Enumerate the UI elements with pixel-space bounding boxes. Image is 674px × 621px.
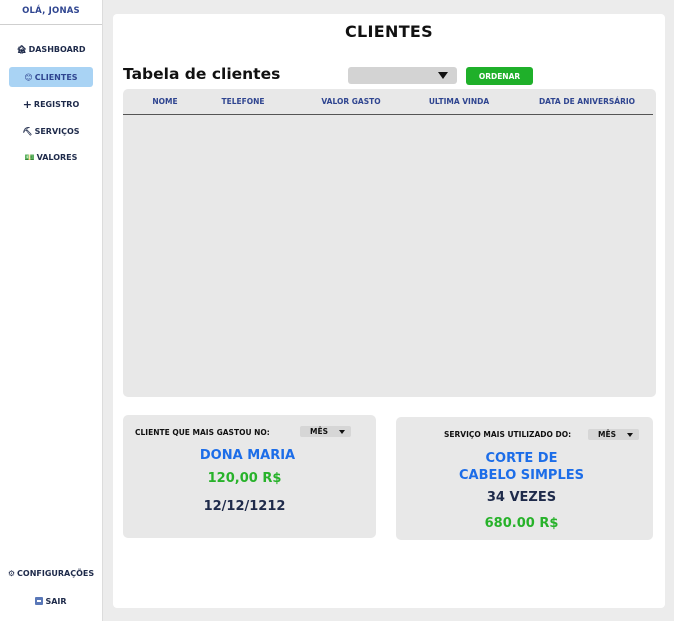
top-service-name-line1: CORTE DE — [485, 451, 558, 466]
sidebar-item-clientes[interactable]: 😊 CLIENTES — [9, 67, 93, 87]
top-client-label: CLIENTE QUE MAIS GASTOU NO: — [135, 428, 270, 437]
house-person-icon: 🏚 — [16, 44, 27, 54]
sidebar-item-label: REGISTRO — [33, 99, 80, 109]
triangle-down-icon — [438, 72, 448, 79]
sidebar-item-label: CONFIGURAÇÕES — [17, 568, 95, 578]
column-header-data-aniversario[interactable]: DATA DE ANIVERSÁRIO — [539, 97, 635, 106]
top-service-period-select[interactable]: MÊS — [588, 429, 639, 440]
tools-icon: ⛏ — [22, 126, 33, 136]
top-service-amount: 680.00 R$ — [484, 516, 559, 531]
triangle-down-icon — [339, 430, 345, 434]
sidebar-item-configuracoes[interactable]: ⚙ CONFIGURAÇÕES — [0, 565, 102, 581]
top-client-card: CLIENTE QUE MAIS GASTOU NO: MÊS DONA MAR… — [123, 415, 376, 538]
main-panel: CLIENTES Tabela de clientes ORDENAR NOME… — [113, 14, 665, 608]
order-button[interactable]: ORDENAR — [466, 67, 533, 85]
top-client-period-select[interactable]: MÊS — [300, 426, 351, 437]
exit-icon — [35, 597, 44, 605]
top-service-card: SERVIÇO MAIS UTILIZADO DO: MÊS CORTE DE … — [396, 417, 653, 540]
sidebar-item-label: VALORES — [36, 152, 78, 162]
sidebar-item-servicos[interactable]: ⛏ SERVIÇOS — [9, 121, 93, 141]
sidebar-item-sair[interactable]: SAIR — [0, 593, 102, 609]
sidebar-item-label: SAIR — [45, 596, 67, 606]
top-client-amount: 120,00 R$ — [207, 471, 282, 486]
gear-icon: ⚙ — [7, 568, 16, 578]
top-service-name-line2: CABELO SIMPLES — [459, 468, 584, 483]
top-service-label: SERVIÇO MAIS UTILIZADO DO: — [444, 430, 572, 439]
sidebar-divider — [0, 24, 102, 25]
column-header-ultima-vinda[interactable]: ULTIMA VINDA — [429, 97, 489, 106]
smiley-icon: 😊 — [24, 72, 33, 82]
table-title: Tabela de clientes — [123, 65, 281, 83]
column-header-telefone[interactable]: TELEFONE — [221, 97, 264, 106]
top-service-count: 34 VEZES — [486, 490, 557, 505]
plus-icon: + — [22, 97, 32, 111]
triangle-down-icon — [627, 433, 633, 437]
table-header-divider — [123, 114, 653, 115]
page-title: CLIENTES — [345, 22, 433, 41]
sidebar-item-registro[interactable]: + REGISTRO — [9, 94, 93, 114]
top-client-name: DONA MARIA — [199, 448, 296, 463]
money-icon: 💵 — [24, 152, 35, 162]
column-header-valor-gasto[interactable]: VALOR GASTO — [321, 97, 380, 106]
sidebar-item-valores[interactable]: 💵 VALORES — [9, 147, 93, 167]
user-greeting: OLÁ, JONAS — [22, 6, 80, 16]
clients-table: NOME TELEFONE VALOR GASTO ULTIMA VINDA D… — [123, 89, 656, 397]
sidebar-item-label: CLIENTES — [34, 72, 78, 82]
table-header: NOME TELEFONE VALOR GASTO ULTIMA VINDA D… — [123, 89, 656, 115]
period-select-value: MÊS — [310, 427, 328, 436]
period-select-value: MÊS — [598, 430, 616, 439]
sidebar: OLÁ, JONAS 🏚 DASHBOARD 😊 CLIENTES + REGI… — [0, 0, 103, 621]
sidebar-item-label: SERVIÇOS — [34, 126, 80, 136]
sort-select[interactable] — [348, 67, 457, 84]
top-client-date: 12/12/1212 — [203, 499, 286, 514]
sidebar-item-dashboard[interactable]: 🏚 DASHBOARD — [9, 39, 93, 59]
sidebar-item-label: DASHBOARD — [28, 44, 86, 54]
column-header-nome[interactable]: NOME — [152, 97, 177, 106]
